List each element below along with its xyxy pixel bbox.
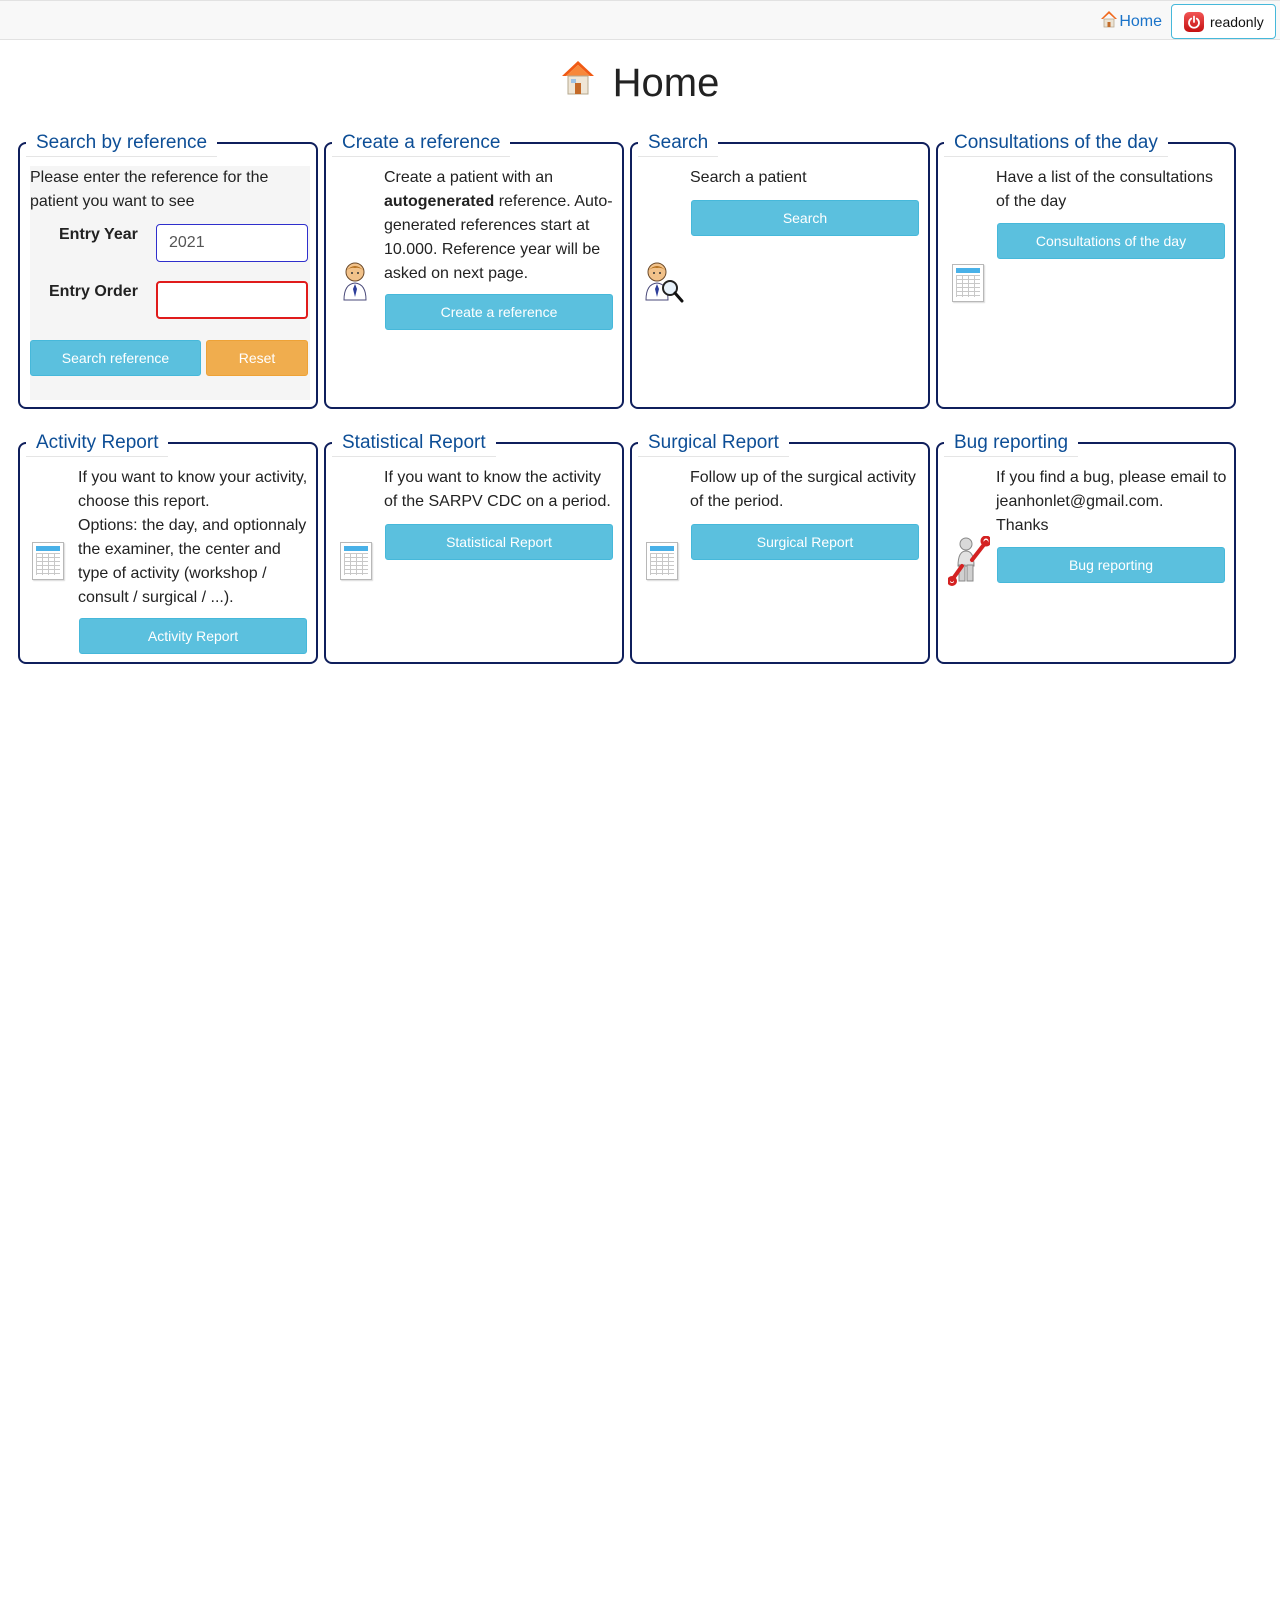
consultations-button[interactable]: Consultations of the day bbox=[997, 223, 1225, 259]
form-intro: Please enter the reference for the patie… bbox=[30, 169, 269, 210]
panel-bug-reporting: Bug reporting If you find a bug, please … bbox=[936, 430, 1236, 664]
wrench-man-icon bbox=[947, 535, 992, 591]
bug-text-line2: Thanks bbox=[996, 517, 1049, 534]
panel-title: Create a reference bbox=[332, 130, 511, 157]
user-label: readonly bbox=[1210, 13, 1264, 30]
panel-title: Search bbox=[638, 130, 719, 157]
spreadsheet-icon bbox=[952, 264, 984, 302]
panel-title: Search by reference bbox=[26, 130, 218, 157]
create-reference-button[interactable]: Create a reference bbox=[385, 294, 613, 330]
activity-report-text: If you want to know your activity, choos… bbox=[78, 466, 310, 610]
entry-year-label: Entry Year bbox=[59, 226, 138, 243]
bug-reporting-text: If you find a bug, please email to jeanh… bbox=[996, 466, 1228, 538]
page-title-row: Home bbox=[0, 60, 1280, 106]
statistical-report-text: If you want to know the activity of the … bbox=[384, 469, 611, 510]
surgical-report-button[interactable]: Surgical Report bbox=[691, 524, 919, 560]
house-icon bbox=[561, 60, 595, 106]
panel-surgical-report: Surgical Report Follow up of the surgica… bbox=[630, 430, 930, 664]
search-text: Search a patient bbox=[690, 169, 807, 186]
entry-order-label: Entry Order bbox=[49, 283, 138, 300]
search-button[interactable]: Search bbox=[691, 200, 919, 236]
activity-text-line2: Options: the day, and optionnaly the exa… bbox=[78, 517, 307, 606]
panel-statistical-report: Statistical Report If you want to know t… bbox=[324, 430, 624, 664]
create-text-before: Create a patient with an bbox=[384, 169, 553, 186]
logout-button[interactable]: readonly bbox=[1171, 4, 1276, 39]
nav-home-link[interactable]: Home bbox=[1100, 10, 1162, 33]
panel-consultations: Consultations of the day Have a list of … bbox=[936, 130, 1236, 409]
nav-home-label: Home bbox=[1119, 12, 1162, 30]
search-reference-button[interactable]: Search reference bbox=[30, 340, 201, 376]
bug-text-line1: If you find a bug, please email to jeanh… bbox=[996, 469, 1227, 510]
search-reference-form: Please enter the reference for the patie… bbox=[30, 166, 310, 400]
power-icon bbox=[1184, 11, 1204, 32]
navbar: Home readonly bbox=[0, 0, 1280, 40]
page-title: Home bbox=[612, 60, 720, 105]
entry-year-input[interactable] bbox=[156, 224, 308, 262]
create-reference-text: Create a patient with an autogenerated r… bbox=[384, 166, 614, 286]
activity-report-button[interactable]: Activity Report bbox=[79, 618, 307, 654]
statistical-report-button[interactable]: Statistical Report bbox=[385, 524, 613, 560]
panel-title: Surgical Report bbox=[638, 430, 789, 457]
panel-title: Bug reporting bbox=[944, 430, 1079, 457]
create-text-bold: autogenerated bbox=[384, 193, 495, 210]
consultations-text: Have a list of the consultations of the … bbox=[996, 169, 1214, 210]
house-icon bbox=[1100, 10, 1118, 33]
panel-search-by-reference: Search by reference Please enter the ref… bbox=[18, 130, 318, 409]
doctor-icon bbox=[340, 262, 370, 307]
activity-text-line1: If you want to know your activity, choos… bbox=[78, 469, 308, 510]
panel-title: Activity Report bbox=[26, 430, 169, 457]
surgical-report-text: Follow up of the surgical activity of th… bbox=[690, 469, 916, 510]
bug-reporting-button[interactable]: Bug reporting bbox=[997, 547, 1225, 583]
entry-order-input[interactable] bbox=[156, 281, 308, 319]
panel-create-reference: Create a reference Create a patient with… bbox=[324, 130, 624, 409]
spreadsheet-icon bbox=[340, 542, 372, 580]
doctor-magnifier-icon bbox=[644, 262, 684, 309]
reset-button[interactable]: Reset bbox=[206, 340, 308, 376]
spreadsheet-icon bbox=[646, 542, 678, 580]
panel-title: Consultations of the day bbox=[944, 130, 1168, 157]
panel-search: Search Search a patient Search bbox=[630, 130, 930, 409]
panel-activity-report: Activity Report If you want to know your… bbox=[18, 430, 318, 664]
spreadsheet-icon bbox=[32, 542, 64, 580]
panel-title: Statistical Report bbox=[332, 430, 496, 457]
